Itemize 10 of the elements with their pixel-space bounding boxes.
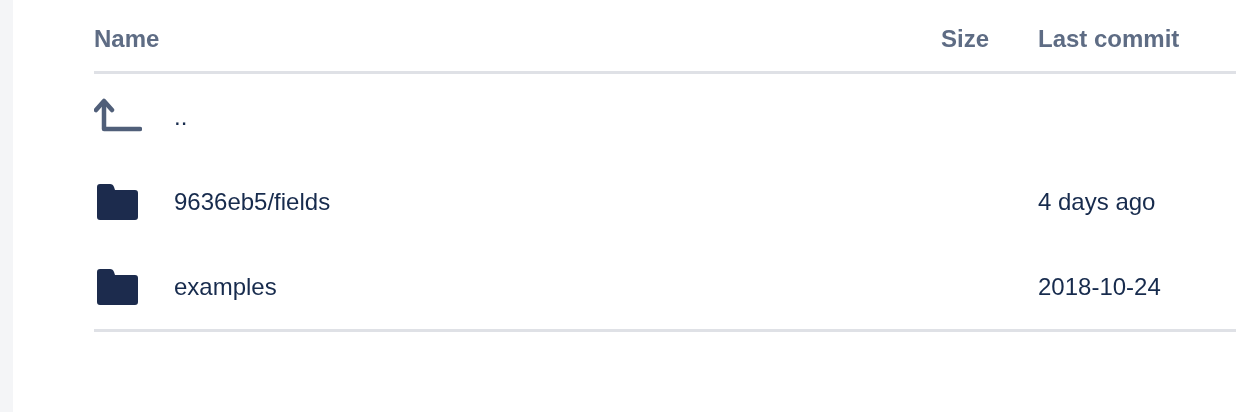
file-name-link[interactable]: 9636eb5/fields	[174, 187, 331, 216]
file-name-link[interactable]: ..	[174, 102, 188, 131]
last-commit-date: 2018-10-24	[1038, 272, 1161, 300]
column-header: Last commit	[1037, 24, 1181, 53]
file-name-link[interactable]: examples	[174, 272, 277, 301]
column-header: Name	[94, 24, 161, 53]
column-header: Size	[939, 24, 989, 53]
folder-icon	[97, 183, 138, 220]
folder-icon	[97, 268, 138, 305]
last-commit-date: 4 days ago	[1038, 187, 1156, 215]
